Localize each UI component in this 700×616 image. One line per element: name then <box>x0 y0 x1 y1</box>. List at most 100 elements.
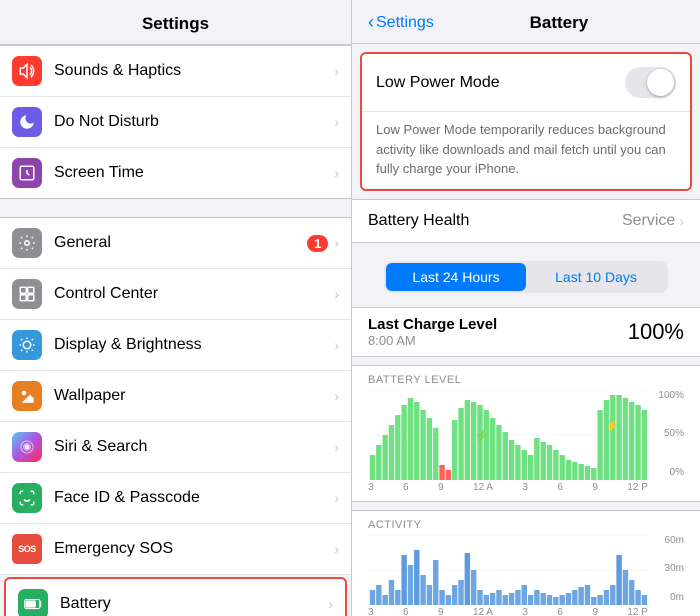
act-x-6p: 6 <box>557 607 563 616</box>
activity-y-60m: 60m <box>652 535 684 546</box>
battery-health-label: Battery Health <box>368 212 622 230</box>
section-divider <box>0 199 351 217</box>
general-chevron: › <box>334 235 339 251</box>
sidebar-item-screentime[interactable]: Screen Time › <box>0 148 351 198</box>
display-label: Display & Brightness <box>54 336 334 354</box>
charge-level-percent: 100% <box>628 319 684 345</box>
controlcenter-label: Control Center <box>54 285 334 303</box>
settings-title: Settings <box>0 0 351 45</box>
toggle-knob <box>647 69 674 96</box>
tab-24hours[interactable]: Last 24 Hours <box>386 263 526 291</box>
tab-10days[interactable]: Last 10 Days <box>526 263 666 291</box>
activity-y-0m: 0m <box>652 592 684 603</box>
siri-chevron: › <box>334 439 339 455</box>
sidebar-item-battery[interactable]: Battery › <box>4 577 347 616</box>
wallpaper-icon <box>12 381 42 411</box>
activity-chart-label: ACTIVITY <box>368 519 684 531</box>
act-x-12p: 12 P <box>627 607 648 616</box>
sidebar-item-dnd[interactable]: Do Not Disturb › <box>0 97 351 148</box>
low-power-description: Low Power Mode temporarily reduces backg… <box>362 112 690 189</box>
activity-x-labels: 3 6 9 12 A 3 6 9 12 P <box>368 605 648 616</box>
battery-label: Battery <box>60 595 328 613</box>
back-button[interactable]: ‹ Settings <box>368 12 434 33</box>
battery-title: Battery <box>434 13 684 33</box>
dnd-chevron: › <box>334 114 339 130</box>
charge-level-title: Last Charge Level <box>368 316 628 333</box>
x-label-12a: 12 A <box>473 482 493 493</box>
act-x-3a: 3 <box>368 607 374 616</box>
time-tabs: Last 24 Hours Last 10 Days <box>384 261 668 293</box>
sidebar-item-display[interactable]: Display & Brightness › <box>0 320 351 371</box>
general-label: General <box>54 234 307 252</box>
sounds-label: Sounds & Haptics <box>54 62 334 80</box>
sos-icon: SOS <box>12 534 42 564</box>
screentime-icon <box>12 158 42 188</box>
sidebar-item-sos[interactable]: SOS Emergency SOS › <box>0 524 351 575</box>
x-label-6p: 6 <box>557 482 563 493</box>
act-x-9a: 9 <box>438 607 444 616</box>
sounds-icon <box>12 56 42 86</box>
display-icon <box>12 330 42 360</box>
sidebar-item-general[interactable]: General 1 › <box>0 218 351 269</box>
battery-chart-label: BATTERY LEVEL <box>368 374 684 386</box>
low-power-row: Low Power Mode <box>362 54 690 112</box>
sidebar-item-wallpaper[interactable]: Wallpaper › <box>0 371 351 422</box>
battery-x-labels: 3 6 9 12 A 3 6 9 12 P <box>368 480 648 497</box>
x-label-12p: 12 P <box>627 482 648 493</box>
sos-label: Emergency SOS <box>54 540 334 558</box>
controlcenter-chevron: › <box>334 286 339 302</box>
sidebar-item-sounds[interactable]: Sounds & Haptics › <box>0 46 351 97</box>
battery-chevron: › <box>328 596 333 612</box>
sos-chevron: › <box>334 541 339 557</box>
faceid-label: Face ID & Passcode <box>54 489 334 507</box>
charge-level-time: 8:00 AM <box>368 333 628 348</box>
sidebar-item-controlcenter[interactable]: Control Center › <box>0 269 351 320</box>
x-label-3p: 3 <box>522 482 528 493</box>
battery-level-chart: ⚡ <box>368 390 648 480</box>
siri-icon <box>12 432 42 462</box>
settings-sidebar: Settings Sounds & Haptics › Do Not Distu… <box>0 0 352 616</box>
battery-chart-section: BATTERY LEVEL <box>352 365 700 502</box>
act-x-12a: 12 A <box>473 607 493 616</box>
siri-label: Siri & Search <box>54 438 334 456</box>
wallpaper-label: Wallpaper <box>54 387 334 405</box>
back-label: Settings <box>376 14 434 32</box>
battery-detail-panel: ‹ Settings Battery Low Power Mode Low Po… <box>352 0 700 616</box>
bottom-settings-group: General 1 › Control Center › Display & B… <box>0 217 351 616</box>
controlcenter-icon <box>12 279 42 309</box>
screentime-label: Screen Time <box>54 164 334 182</box>
dnd-icon <box>12 107 42 137</box>
low-power-label: Low Power Mode <box>376 74 625 92</box>
x-label-9a: 9 <box>438 482 444 493</box>
top-settings-group: Sounds & Haptics › Do Not Disturb › Scre… <box>0 45 351 199</box>
battery-health-row[interactable]: Battery Health Service › <box>352 199 700 243</box>
charge-info-row: Last Charge Level 8:00 AM 100% <box>352 307 700 357</box>
display-chevron: › <box>334 337 339 353</box>
act-x-3p: 3 <box>522 607 528 616</box>
sidebar-item-siri[interactable]: Siri & Search › <box>0 422 351 473</box>
dnd-label: Do Not Disturb <box>54 113 334 131</box>
low-power-section: Low Power Mode Low Power Mode temporaril… <box>360 52 692 191</box>
activity-chart <box>368 535 648 605</box>
battery-service-label: Service <box>622 212 675 230</box>
faceid-chevron: › <box>334 490 339 506</box>
battery-y-0: 0% <box>652 467 684 478</box>
battery-health-chevron: › <box>679 213 684 229</box>
wallpaper-chevron: › <box>334 388 339 404</box>
battery-icon <box>18 589 48 616</box>
time-tabs-container: Last 24 Hours Last 10 Days <box>352 243 700 307</box>
x-label-9p: 9 <box>592 482 598 493</box>
activity-y-30m: 30m <box>652 563 684 574</box>
act-x-9p: 9 <box>592 607 598 616</box>
x-label-3a: 3 <box>368 482 374 493</box>
sounds-chevron: › <box>334 63 339 79</box>
activity-chart-section: ACTIVITY <box>352 510 700 616</box>
general-icon <box>12 228 42 258</box>
sidebar-item-faceid[interactable]: Face ID & Passcode › <box>0 473 351 524</box>
low-power-toggle[interactable] <box>625 67 676 98</box>
screentime-chevron: › <box>334 165 339 181</box>
battery-y-100: 100% <box>652 390 684 401</box>
faceid-icon <box>12 483 42 513</box>
general-badge: 1 <box>307 235 328 252</box>
act-x-6a: 6 <box>403 607 409 616</box>
